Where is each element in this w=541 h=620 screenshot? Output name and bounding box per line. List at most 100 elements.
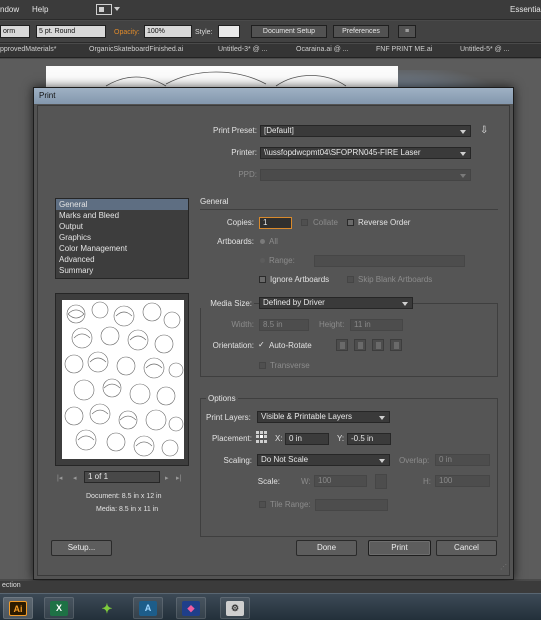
- category-graphics[interactable]: Graphics: [56, 232, 188, 243]
- auto-rotate-check-icon[interactable]: ✓: [258, 340, 265, 349]
- app-taskbar-button[interactable]: A: [133, 597, 163, 619]
- selection-status: ection: [2, 582, 21, 589]
- scale-width-input[interactable]: 100: [314, 475, 367, 487]
- document-setup-button[interactable]: Document Setup: [251, 25, 327, 38]
- transform-field[interactable]: orm: [0, 25, 30, 38]
- app-taskbar-button[interactable]: ⚙: [220, 597, 250, 619]
- category-color-management[interactable]: Color Management: [56, 243, 188, 254]
- page-indicator[interactable]: 1 of 1: [84, 471, 160, 483]
- stroke-profile-dropdown[interactable]: 5 pt. Round: [36, 25, 106, 38]
- opacity-label[interactable]: Opacity:: [114, 29, 140, 36]
- style-swatch[interactable]: [218, 25, 240, 38]
- preview-page: [62, 300, 184, 459]
- tile-range-checkbox[interactable]: [259, 501, 266, 508]
- scaling-label: Scaling:: [223, 456, 252, 465]
- copies-label: Copies:: [226, 218, 254, 227]
- orientation-label: Orientation:: [212, 341, 254, 350]
- illustrator-taskbar-button[interactable]: Ai: [3, 597, 33, 619]
- arrange-documents-icon[interactable]: [96, 4, 112, 15]
- last-page-icon[interactable]: ▸|: [176, 474, 181, 482]
- flipped-landscape-icon[interactable]: [390, 339, 402, 351]
- tab-document[interactable]: Ocaraina.ai @ ...: [296, 46, 349, 53]
- tab-document[interactable]: FNF PRINT ME.ai: [376, 46, 432, 53]
- print-preset-label: Print Preset:: [212, 126, 257, 135]
- collate-checkbox[interactable]: [301, 219, 308, 226]
- constrain-proportions-icon[interactable]: [375, 474, 387, 489]
- x-input[interactable]: 0 in: [285, 433, 329, 445]
- done-button[interactable]: Done: [296, 540, 357, 556]
- menu-bar: ndow Help Essentia: [0, 0, 541, 20]
- category-marks-and-bleed[interactable]: Marks and Bleed: [56, 210, 188, 221]
- preferences-button[interactable]: Preferences: [333, 25, 389, 38]
- placement-grid-icon[interactable]: [256, 431, 268, 443]
- y-label: Y:: [337, 434, 345, 443]
- y-input[interactable]: -0.5 in: [347, 433, 391, 445]
- illustrator-icon: Ai: [9, 601, 27, 616]
- first-page-icon[interactable]: |◂: [57, 474, 62, 482]
- previous-page-icon[interactable]: ◂: [73, 474, 77, 482]
- range-input[interactable]: [314, 255, 465, 267]
- setup-button[interactable]: Setup...: [51, 540, 112, 556]
- print-preset-dropdown[interactable]: [Default]: [260, 125, 471, 137]
- all-radio[interactable]: [260, 239, 265, 244]
- printer-dropdown[interactable]: \\ussfopdwcpmt04\SFOPRN045-FIRE Laser: [260, 147, 471, 159]
- tile-range-input[interactable]: [315, 499, 388, 511]
- panel-menu-icon[interactable]: ≡: [398, 25, 416, 38]
- tile-range-label: Tile Range:: [270, 500, 311, 509]
- chevron-down-icon[interactable]: [114, 7, 120, 11]
- control-bar: orm 5 pt. Round Opacity: 100% Style: Doc…: [0, 21, 541, 43]
- skip-blank-label: Skip Blank Artboards: [358, 275, 433, 284]
- height-label: Height:: [319, 320, 345, 329]
- reverse-order-checkbox[interactable]: [347, 219, 354, 226]
- leaf-app-icon: ✦: [101, 601, 113, 616]
- menu-window[interactable]: ndow: [0, 5, 19, 14]
- range-label: Range:: [269, 256, 295, 265]
- category-output[interactable]: Output: [56, 221, 188, 232]
- media-size-label: Media Size:: [188, 299, 254, 308]
- workspace-switcher[interactable]: Essentia: [510, 5, 541, 14]
- ignore-artboards-checkbox[interactable]: [259, 276, 266, 283]
- transverse-checkbox[interactable]: [259, 362, 266, 369]
- flipped-portrait-icon[interactable]: [372, 339, 384, 351]
- range-radio[interactable]: [260, 258, 265, 263]
- save-preset-icon[interactable]: ⇩: [480, 125, 488, 136]
- media-size-dropdown[interactable]: Defined by Driver: [259, 297, 413, 309]
- menu-help[interactable]: Help: [32, 5, 48, 14]
- cancel-button[interactable]: Cancel: [436, 540, 497, 556]
- category-summary[interactable]: Summary: [56, 265, 188, 276]
- scaling-dropdown[interactable]: Do Not Scale: [257, 454, 390, 466]
- landscape-icon[interactable]: [354, 339, 366, 351]
- category-advanced[interactable]: Advanced: [56, 254, 188, 265]
- print-button[interactable]: Print: [368, 540, 431, 556]
- opacity-input[interactable]: 100%: [144, 25, 192, 38]
- app-taskbar-button[interactable]: ✦: [92, 597, 122, 619]
- scale-height-input[interactable]: 100: [435, 475, 490, 487]
- width-label: Width:: [231, 320, 254, 329]
- height-input[interactable]: 11 in: [350, 319, 403, 331]
- dialog-body: Print Preset: [Default] ⇩ Printer: \\uss…: [37, 105, 510, 576]
- portrait-icon[interactable]: [336, 339, 348, 351]
- next-page-icon[interactable]: ▸: [165, 474, 169, 482]
- print-dialog: Print Print Preset: [Default] ⇩ Printer:…: [33, 87, 514, 580]
- collate-label: Collate: [313, 218, 338, 227]
- tab-document[interactable]: Untitled-5* @ ...: [460, 46, 510, 53]
- copies-input[interactable]: 1: [259, 217, 292, 229]
- overlap-input[interactable]: 0 in: [435, 454, 490, 466]
- skip-blank-checkbox[interactable]: [347, 276, 354, 283]
- app-taskbar-button[interactable]: ◆: [176, 597, 206, 619]
- media-section: [200, 303, 498, 377]
- options-header: Options: [206, 394, 238, 403]
- tab-document[interactable]: OrganicSkateboardFinished.ai: [89, 46, 183, 53]
- ignore-artboards-label: Ignore Artboards: [270, 275, 330, 284]
- dreamweaver-icon: ◆: [182, 601, 200, 616]
- resize-grip-icon[interactable]: ⋰: [500, 563, 507, 571]
- overlap-label: Overlap:: [399, 456, 430, 465]
- width-input[interactable]: 8.5 in: [259, 319, 309, 331]
- excel-taskbar-button[interactable]: X: [44, 597, 74, 619]
- tab-document[interactable]: Untitled-3* @ ...: [218, 46, 268, 53]
- category-general[interactable]: General: [56, 199, 188, 210]
- windows-taskbar: Ai X ✦ A ◆ ⚙: [0, 593, 541, 620]
- style-label: Style:: [195, 29, 213, 36]
- print-layers-dropdown[interactable]: Visible & Printable Layers: [257, 411, 390, 423]
- tab-document[interactable]: pprovedMaterials*: [0, 46, 56, 53]
